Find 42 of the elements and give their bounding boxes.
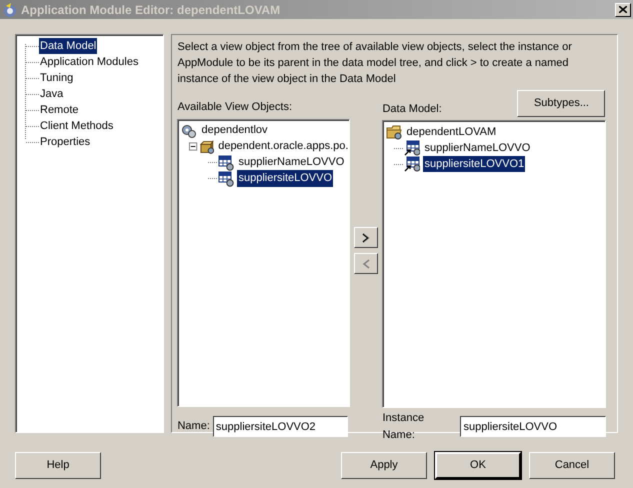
instance-name-label: Instance Name:	[382, 411, 426, 442]
tree-item[interactable]: dependentLOVAM	[405, 124, 498, 140]
gears-icon	[181, 122, 198, 138]
data-model-label: Data Model:	[382, 102, 442, 116]
nav-item[interactable]: Remote	[39, 102, 80, 118]
name-label: Name:	[177, 419, 210, 434]
sql-table-icon	[218, 170, 234, 186]
tree-item[interactable]: supplierNameLOVVO	[423, 140, 532, 156]
add-button[interactable]	[354, 227, 378, 248]
window-title: Application Module Editor: dependentLOVAM	[21, 2, 280, 18]
app-icon	[2, 2, 18, 18]
tree-item[interactable]: suppliersiteLOVVO1	[423, 156, 526, 172]
nav-item[interactable]: Tuning	[39, 70, 74, 86]
nav-item[interactable]: Data Model	[39, 38, 98, 54]
tree-item[interactable]: dependent.oracle.apps.po.	[217, 138, 350, 155]
nav-item[interactable]: Client Methods	[39, 118, 114, 134]
ok-button[interactable]: OK	[435, 452, 521, 479]
sql-table-icon	[218, 154, 234, 170]
subtypes-button[interactable]: Subtypes...	[517, 90, 606, 117]
sql-table-icon	[404, 156, 420, 172]
name-field[interactable]: suppliersiteLOVVO2	[212, 416, 348, 437]
instance-name-field[interactable]: suppliersiteLOVVO	[460, 416, 606, 437]
nav-item[interactable]: Java	[39, 86, 64, 102]
package-icon	[200, 138, 214, 154]
close-icon	[619, 6, 627, 13]
tree-item[interactable]: suppliersiteLOVVO	[237, 170, 334, 187]
apply-button[interactable]: Apply	[341, 452, 427, 479]
tree-item[interactable]: dependentlov	[200, 122, 269, 139]
collapse-icon[interactable]	[189, 142, 198, 151]
help-button[interactable]: Help	[15, 452, 101, 479]
nav-item[interactable]: Properties	[39, 134, 92, 150]
close-button[interactable]	[615, 2, 631, 16]
folder-icon	[386, 124, 402, 140]
chevron-right-icon	[362, 232, 370, 242]
cancel-button[interactable]: Cancel	[529, 452, 615, 479]
tree-item[interactable]: supplierNameLOVVO	[237, 154, 346, 171]
chevron-left-icon	[362, 258, 370, 268]
nav-item[interactable]: Application Modules	[39, 54, 140, 70]
instructions-text: Select a view object from the tree of available view objects, select the instance or AppModule to be its parent in the data model tree, and click > to create a named instance of the view object in the Data Model	[177, 40, 573, 87]
available-objects-label: Available View Objects:	[177, 100, 294, 115]
remove-button[interactable]	[354, 253, 378, 274]
sql-table-icon	[404, 140, 420, 156]
